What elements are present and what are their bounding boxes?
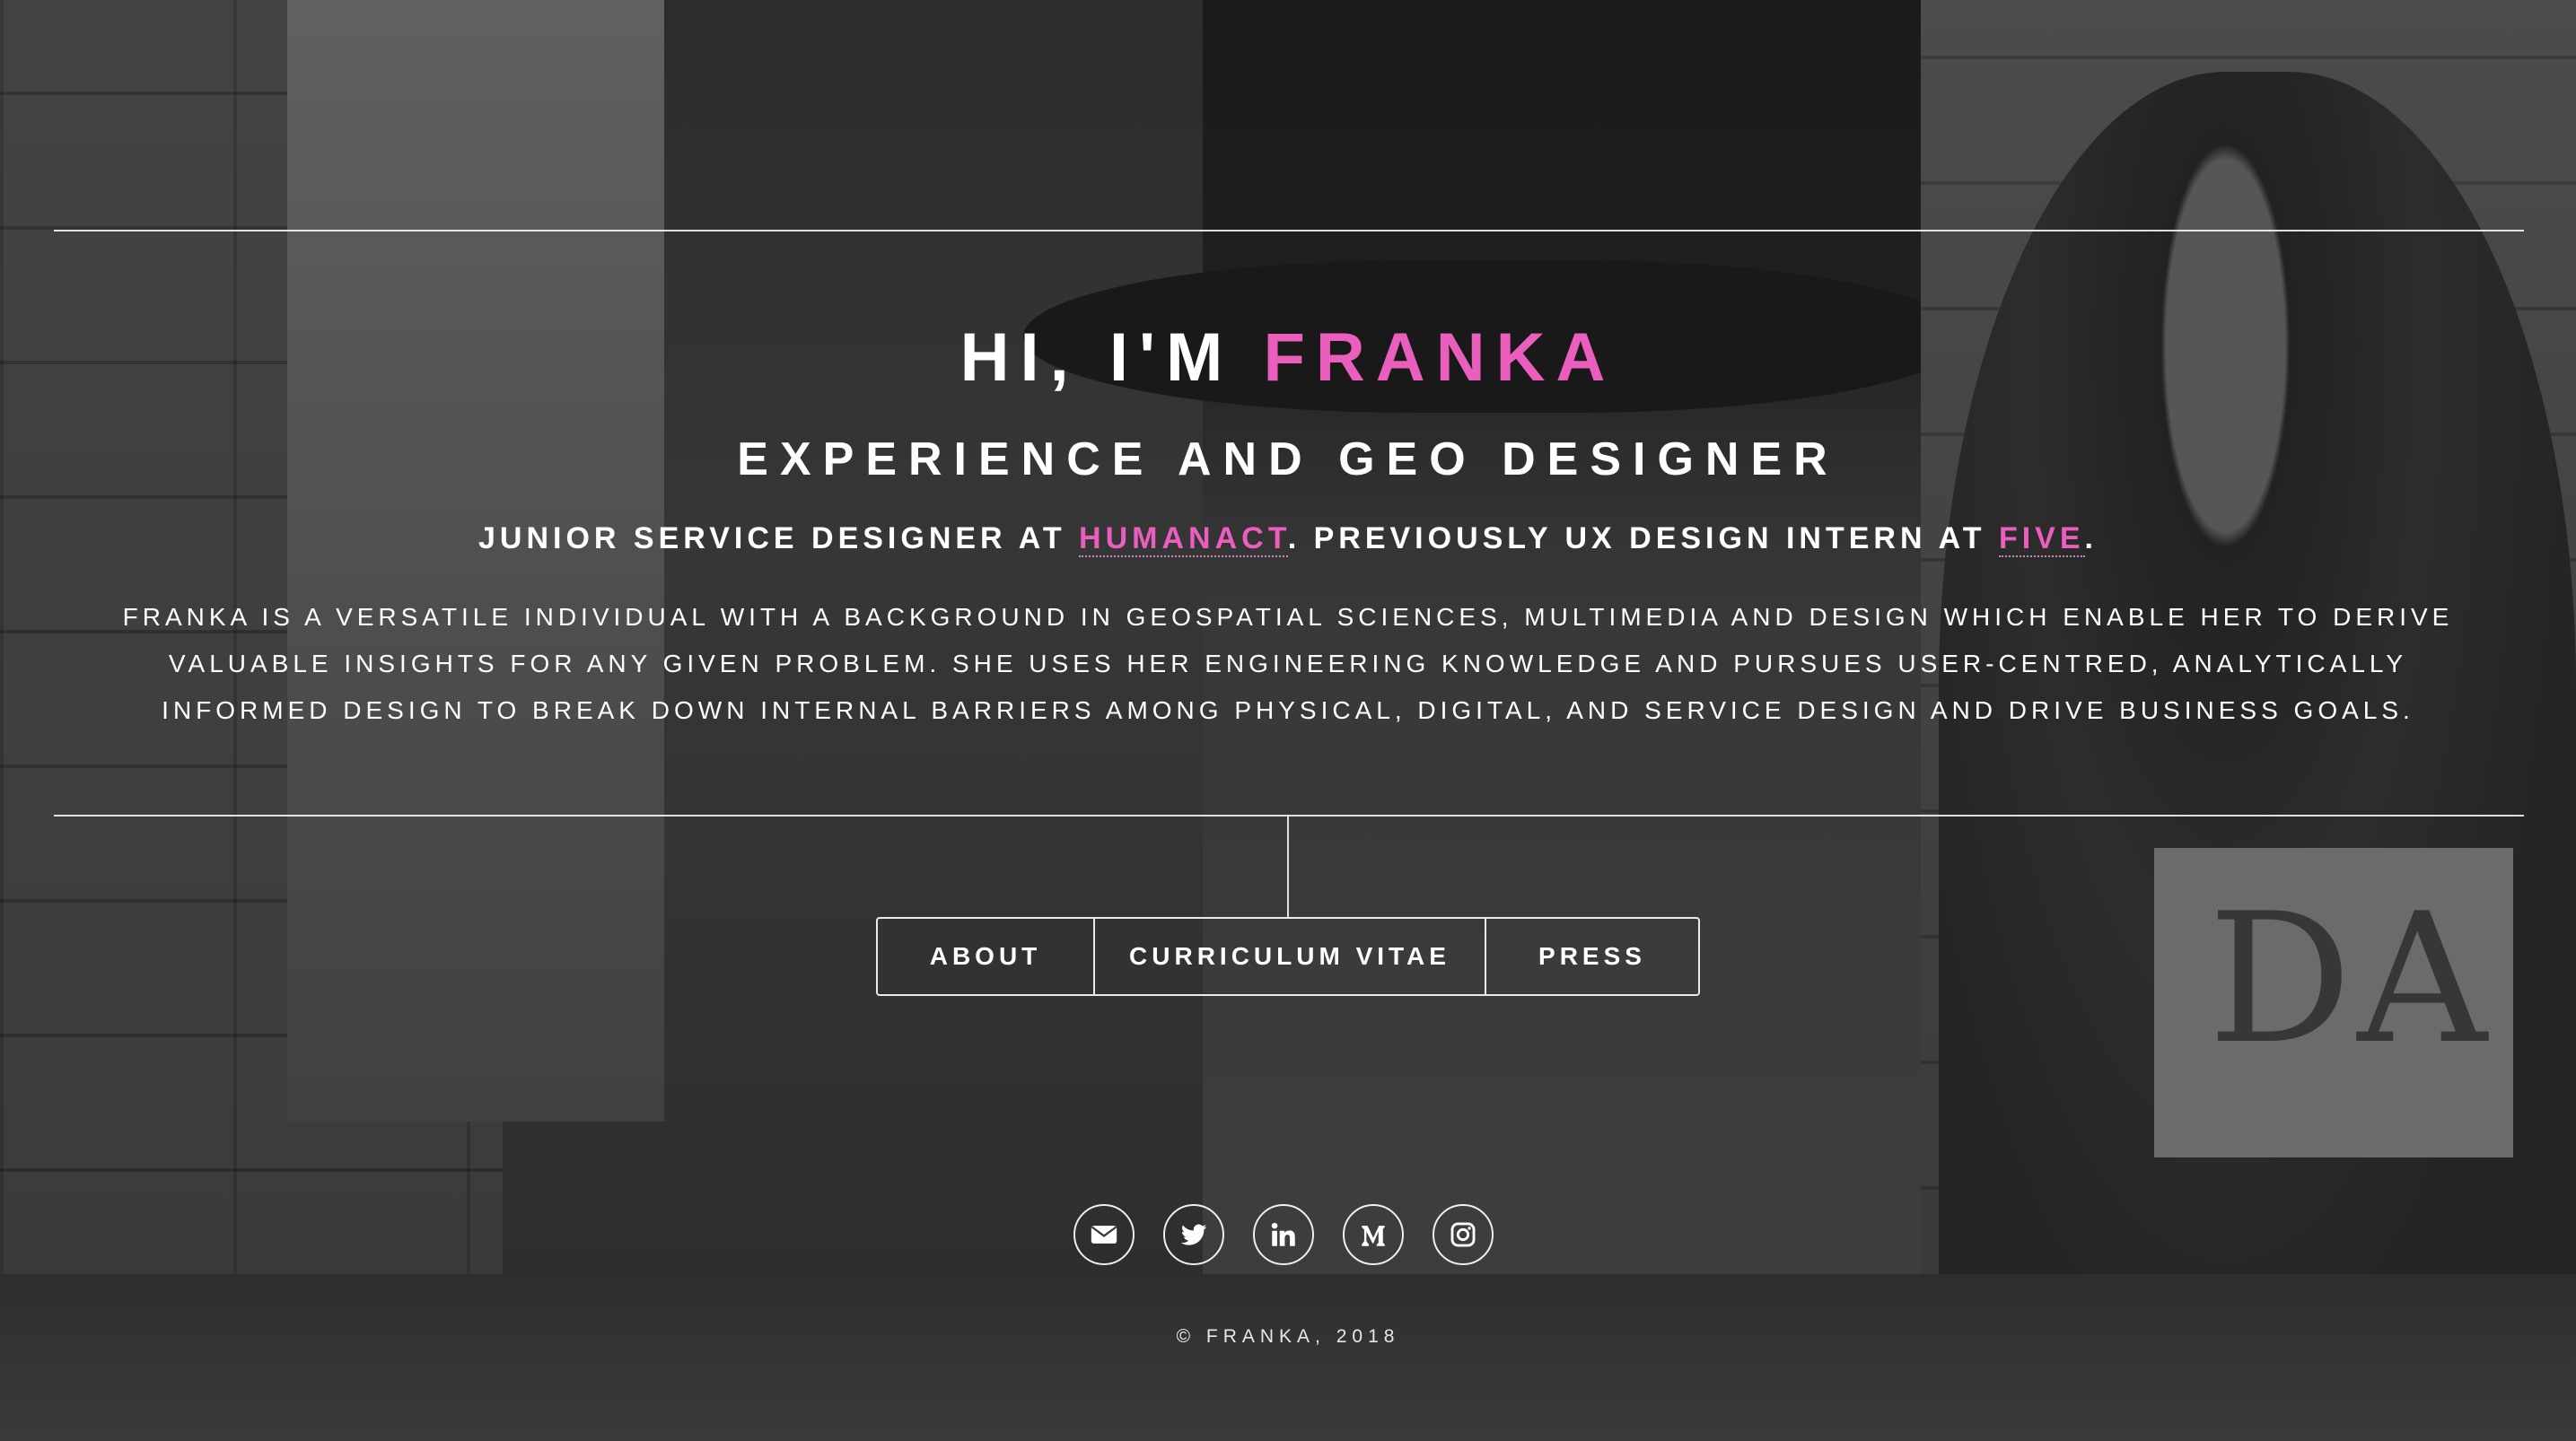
hero-name: FRANKA	[1263, 319, 1617, 396]
twitter-link[interactable]	[1163, 1204, 1224, 1265]
hero-greeting: HI, I'M	[959, 319, 1234, 396]
instagram-icon	[1450, 1222, 1476, 1247]
about-button[interactable]: ABOUT	[878, 919, 1093, 994]
envelope-icon	[1091, 1226, 1117, 1244]
medium-link[interactable]	[1343, 1204, 1404, 1265]
bottom-divider	[54, 815, 2524, 817]
press-button[interactable]: PRESS	[1485, 919, 1698, 994]
medium-icon	[1362, 1226, 1385, 1246]
copyright-footer: © FRANKA, 2018	[1176, 1326, 1400, 1347]
humanact-link[interactable]: HUMANACT	[1079, 521, 1288, 557]
linkedin-link[interactable]	[1253, 1204, 1314, 1265]
five-link[interactable]: FIVE	[1998, 521, 2085, 557]
bio-paragraph: FRANKA IS A VERSATILE INDIVIDUAL WITH A …	[122, 603, 2454, 724]
social-links	[1073, 1204, 1494, 1265]
hero-title: HI, I'M FRANKA	[0, 319, 2576, 397]
email-link[interactable]	[1073, 1204, 1135, 1265]
role-suffix: .	[2084, 521, 2098, 555]
hero-role: JUNIOR SERVICE DESIGNER AT HUMANACT. PRE…	[0, 521, 2576, 557]
linkedin-icon	[1271, 1222, 1295, 1246]
instagram-link[interactable]	[1433, 1204, 1494, 1265]
nav-button-group: ABOUT CURRICULUM VITAE PRESS	[876, 917, 1700, 996]
hero-subtitle: EXPERIENCE AND GEO DESIGNER	[737, 433, 1839, 485]
top-divider	[54, 230, 2524, 231]
nav-connector-line	[1287, 815, 1289, 917]
twitter-icon	[1180, 1224, 1207, 1245]
role-middle: . PREVIOUSLY UX DESIGN INTERN AT	[1287, 521, 1986, 555]
curriculum-vitae-button[interactable]: CURRICULUM VITAE	[1093, 919, 1485, 994]
role-prefix: JUNIOR SERVICE DESIGNER AT	[478, 521, 1066, 555]
